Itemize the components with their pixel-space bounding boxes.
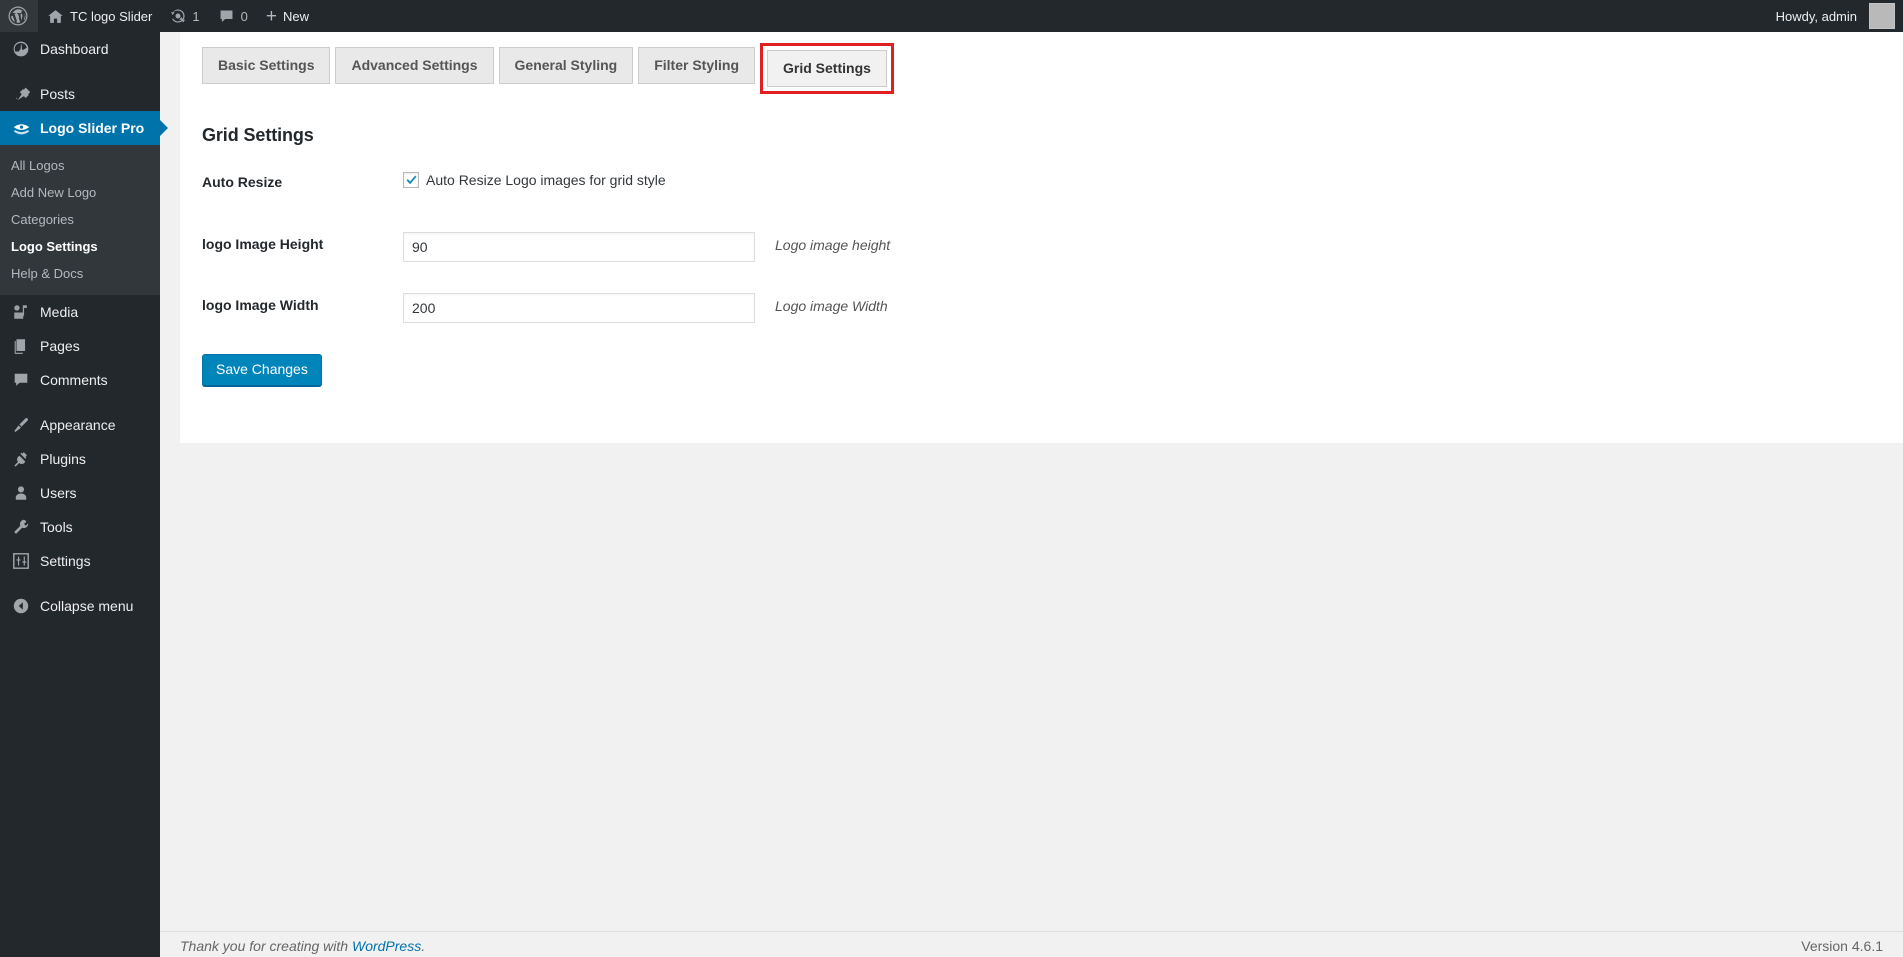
logo-image-height-hint: Logo image height xyxy=(775,237,891,253)
sidebar-item-logo-slider-pro[interactable]: Logo Slider Pro xyxy=(0,111,168,145)
settings-tab-nav: Basic Settings Advanced Settings General… xyxy=(202,43,899,95)
sidebar-submenu-logo-slider-pro: All Logos Add New Logo Categories Logo S… xyxy=(0,145,160,295)
media-icon xyxy=(11,302,31,322)
logo-image-height-label: logo Image Height xyxy=(202,236,324,252)
sidebar-item-label: Settings xyxy=(40,553,91,569)
admin-bar: TC logo Slider 1 0 + New Howdy, admin xyxy=(0,0,1903,32)
admin-bar-comments[interactable]: 0 xyxy=(209,0,257,32)
sidebar-item-label: Tools xyxy=(40,519,73,535)
logo-image-width-label: logo Image Width xyxy=(202,297,319,313)
tab-grid-settings-highlight-box: Grid Settings xyxy=(760,43,894,95)
tab-grid-settings[interactable]: Grid Settings xyxy=(767,50,887,88)
user-icon xyxy=(11,483,31,503)
logo-image-width-input[interactable] xyxy=(403,293,755,323)
auto-resize-label: Auto Resize xyxy=(202,174,283,190)
admin-bar-spacer xyxy=(318,0,1767,32)
sidebar-subitem-add-new-logo[interactable]: Add New Logo xyxy=(0,179,160,206)
plug-icon xyxy=(11,449,31,469)
sidebar-item-posts[interactable]: Posts xyxy=(0,77,160,111)
comments-count: 0 xyxy=(240,8,248,24)
auto-resize-checkbox-label[interactable]: Auto Resize Logo images for grid style xyxy=(426,172,666,188)
sidebar-item-plugins[interactable]: Plugins xyxy=(0,442,160,476)
checkmark-icon xyxy=(405,174,418,187)
updates-icon xyxy=(170,8,186,24)
footer-thanks-text: Thank you for creating with xyxy=(180,938,352,954)
grid-settings-form: Auto Resize Auto Resize Logo images for … xyxy=(202,170,1202,386)
sidebar-item-label: Logo Slider Pro xyxy=(40,120,145,136)
sidebar-separator-3 xyxy=(0,578,160,589)
form-row-auto-resize: Auto Resize Auto Resize Logo images for … xyxy=(202,170,1202,232)
sidebar-separator-2 xyxy=(0,397,160,408)
footer-thanks: Thank you for creating with WordPress. xyxy=(180,938,426,954)
sidebar-collapse-menu[interactable]: Collapse menu xyxy=(0,589,160,623)
wordpress-link[interactable]: WordPress xyxy=(352,938,421,954)
admin-bar-updates[interactable]: 1 xyxy=(161,0,208,32)
howdy-label: Howdy, admin xyxy=(1775,8,1857,24)
tab-advanced-settings[interactable]: Advanced Settings xyxy=(335,47,494,85)
admin-bar-wp-logo[interactable] xyxy=(0,0,38,32)
tab-general-styling[interactable]: General Styling xyxy=(498,47,634,85)
comment-bubble-icon xyxy=(11,370,31,390)
sidebar-item-pages[interactable]: Pages xyxy=(0,329,160,363)
sidebar-item-dashboard[interactable]: Dashboard xyxy=(0,32,160,66)
tab-basic-settings[interactable]: Basic Settings xyxy=(202,47,331,85)
dashboard-icon xyxy=(11,39,31,59)
admin-bar-new-content[interactable]: + New xyxy=(257,0,318,32)
sidebar-item-label: Media xyxy=(40,304,79,320)
sidebar-item-label: Appearance xyxy=(40,417,116,433)
sidebar-item-label: Users xyxy=(40,485,77,501)
sidebar-item-label: Posts xyxy=(40,86,76,102)
new-label: New xyxy=(282,8,309,24)
settings-panel: Basic Settings Advanced Settings General… xyxy=(180,32,1903,443)
main-content-area: Basic Settings Advanced Settings General… xyxy=(160,32,1903,957)
sliders-icon xyxy=(11,551,31,571)
avatar xyxy=(1869,3,1895,29)
sidebar-subitem-help-and-docs[interactable]: Help & Docs xyxy=(0,260,160,287)
sidebar-subitem-logo-settings[interactable]: Logo Settings xyxy=(0,233,160,260)
pin-icon xyxy=(11,84,31,104)
updates-count: 1 xyxy=(192,8,200,24)
admin-sidebar-menu: Dashboard Posts Logo Slider Pro All Logo… xyxy=(0,32,168,957)
sidebar-collapse-label: Collapse menu xyxy=(40,598,134,614)
sidebar-item-label: Comments xyxy=(40,372,108,388)
sidebar-subitem-all-logos[interactable]: All Logos xyxy=(0,152,160,179)
home-icon xyxy=(47,8,64,25)
wrench-icon xyxy=(11,517,31,537)
sidebar-item-label: Plugins xyxy=(40,451,86,467)
auto-resize-checkbox[interactable] xyxy=(403,172,419,188)
sidebar-item-media[interactable]: Media xyxy=(0,295,160,329)
sidebar-item-settings[interactable]: Settings xyxy=(0,544,160,578)
logo-image-width-hint: Logo image Width xyxy=(775,298,888,314)
admin-footer: Thank you for creating with WordPress. V… xyxy=(160,931,1903,957)
page-title: Grid Settings xyxy=(202,125,314,145)
form-row-logo-image-height: logo Image Height Logo image height xyxy=(202,232,1202,293)
form-row-logo-image-width: logo Image Width Logo image Width xyxy=(202,293,1202,343)
sidebar-item-appearance[interactable]: Appearance xyxy=(0,408,160,442)
pages-icon xyxy=(11,336,31,356)
logo-image-height-input[interactable] xyxy=(403,232,755,262)
footer-version: Version 4.6.1 xyxy=(1801,938,1883,954)
sidebar-item-tools[interactable]: Tools xyxy=(0,510,160,544)
sidebar-item-users[interactable]: Users xyxy=(0,476,160,510)
paintbrush-icon xyxy=(11,415,31,435)
auto-resize-checkbox-wrap[interactable]: Auto Resize Logo images for grid style xyxy=(403,170,666,188)
site-name-label: TC logo Slider xyxy=(70,8,153,24)
sidebar-subitem-categories[interactable]: Categories xyxy=(0,206,160,233)
form-submit-row: Save Changes xyxy=(202,343,1202,386)
sidebar-item-label: Pages xyxy=(40,338,80,354)
sidebar-separator xyxy=(0,66,160,77)
save-changes-button[interactable]: Save Changes xyxy=(202,354,322,386)
tab-filter-styling[interactable]: Filter Styling xyxy=(638,47,756,85)
collapse-arrow-icon xyxy=(11,596,31,616)
wordpress-logo-icon xyxy=(8,6,28,26)
admin-bar-site-name[interactable]: TC logo Slider xyxy=(38,0,161,32)
plus-icon: + xyxy=(265,5,277,27)
comment-bubble-icon xyxy=(218,8,235,25)
logo-slider-icon xyxy=(11,118,31,138)
sidebar-item-comments[interactable]: Comments xyxy=(0,363,160,397)
admin-bar-my-account[interactable]: Howdy, admin xyxy=(1767,0,1903,32)
sidebar-item-label: Dashboard xyxy=(40,41,109,57)
